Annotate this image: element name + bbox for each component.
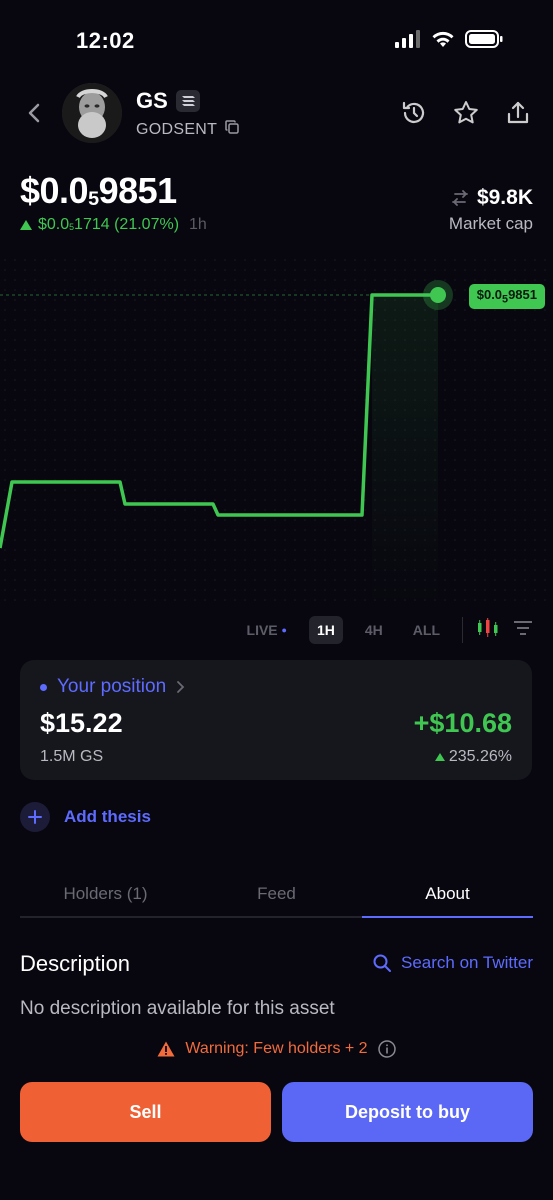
add-thesis-button[interactable]: Add thesis — [20, 802, 151, 832]
add-thesis-label: Add thesis — [64, 807, 151, 826]
tab-about[interactable]: About — [362, 870, 533, 918]
copy-icon[interactable] — [225, 120, 239, 139]
position-quantity: 1.5M GS — [40, 748, 104, 765]
swap-icon — [452, 190, 468, 206]
chart-settings-button[interactable] — [513, 620, 533, 641]
share-button[interactable] — [503, 98, 533, 128]
description-text: No description available for this asset — [20, 998, 335, 1019]
market-cap-label: Market cap — [448, 214, 533, 233]
warning-icon — [157, 1041, 175, 1057]
filter-icon — [514, 620, 532, 635]
plus-icon — [20, 802, 50, 832]
wifi-icon — [431, 30, 455, 53]
back-button[interactable] — [22, 98, 46, 128]
cellular-signal-icon — [395, 30, 421, 53]
price-block: $0.059851 $0.051714 (21.07%) 1h — [20, 170, 207, 234]
description-title: Description — [20, 951, 131, 976]
info-icon[interactable] — [377, 1040, 396, 1058]
status-bar: 12:02 — [0, 0, 553, 80]
search-twitter-link[interactable]: Search on Twitter — [373, 953, 533, 973]
candlestick-icon — [478, 617, 498, 637]
deposit-to-buy-button[interactable]: Deposit to buy — [282, 1082, 533, 1142]
solana-chain-icon — [175, 90, 200, 112]
tab-holders[interactable]: Holders (1) — [20, 870, 191, 916]
range-4h[interactable]: 4H — [357, 616, 391, 644]
chevron-right-icon — [177, 681, 185, 693]
asset-tabs: Holders (1) Feed About — [20, 870, 533, 918]
candlestick-toggle[interactable] — [477, 617, 499, 643]
price-change-period: 1h — [189, 216, 207, 233]
price-change: $0.051714 (21.07%) 1h — [20, 216, 207, 234]
holders-warning[interactable]: Warning: Few holders + 2 — [0, 1040, 553, 1058]
time-range-selector: LIVE ● 1H 4H ALL — [239, 616, 533, 644]
sell-button[interactable]: Sell — [20, 1082, 271, 1142]
current-price: $0.059851 — [20, 170, 177, 211]
history-icon — [402, 101, 425, 123]
up-triangle-icon — [20, 220, 32, 230]
star-icon — [454, 101, 478, 124]
range-live[interactable]: LIVE ● — [239, 616, 295, 644]
position-dot — [40, 683, 47, 691]
search-icon — [373, 954, 392, 972]
history-button[interactable] — [399, 98, 429, 128]
market-cap-value: $9.8K — [476, 186, 533, 209]
favorite-button[interactable] — [451, 98, 481, 128]
asset-header: GS GODSENT — [0, 80, 553, 146]
current-point — [430, 287, 446, 303]
position-pnl: +$10.68 — [413, 708, 512, 738]
battery-icon — [465, 30, 503, 53]
range-1h[interactable]: 1H — [308, 616, 343, 644]
up-triangle-icon — [434, 753, 445, 761]
position-card[interactable]: Your position $15.22 1.5M GS +$10.68 235… — [20, 660, 532, 780]
position-title[interactable]: Your position — [40, 676, 186, 698]
position-pnl-percent: 235.26% — [434, 748, 512, 766]
price-change-value: $0.051714 (21.07%) — [38, 216, 180, 233]
range-divider — [462, 617, 463, 643]
position-value: $15.22 — [40, 708, 123, 738]
chevron-left-icon — [28, 103, 40, 123]
range-all[interactable]: ALL — [405, 616, 448, 644]
status-time: 12:02 — [76, 28, 135, 53]
token-ticker: GS — [136, 88, 168, 113]
token-name: GODSENT — [136, 120, 218, 138]
share-icon — [507, 101, 529, 124]
market-cap[interactable]: $9.8K Market cap — [449, 186, 533, 234]
token-avatar — [62, 83, 122, 143]
current-price-tag: $0.059851 — [468, 284, 545, 309]
tab-feed[interactable]: Feed — [191, 870, 362, 916]
status-icons — [395, 30, 503, 53]
